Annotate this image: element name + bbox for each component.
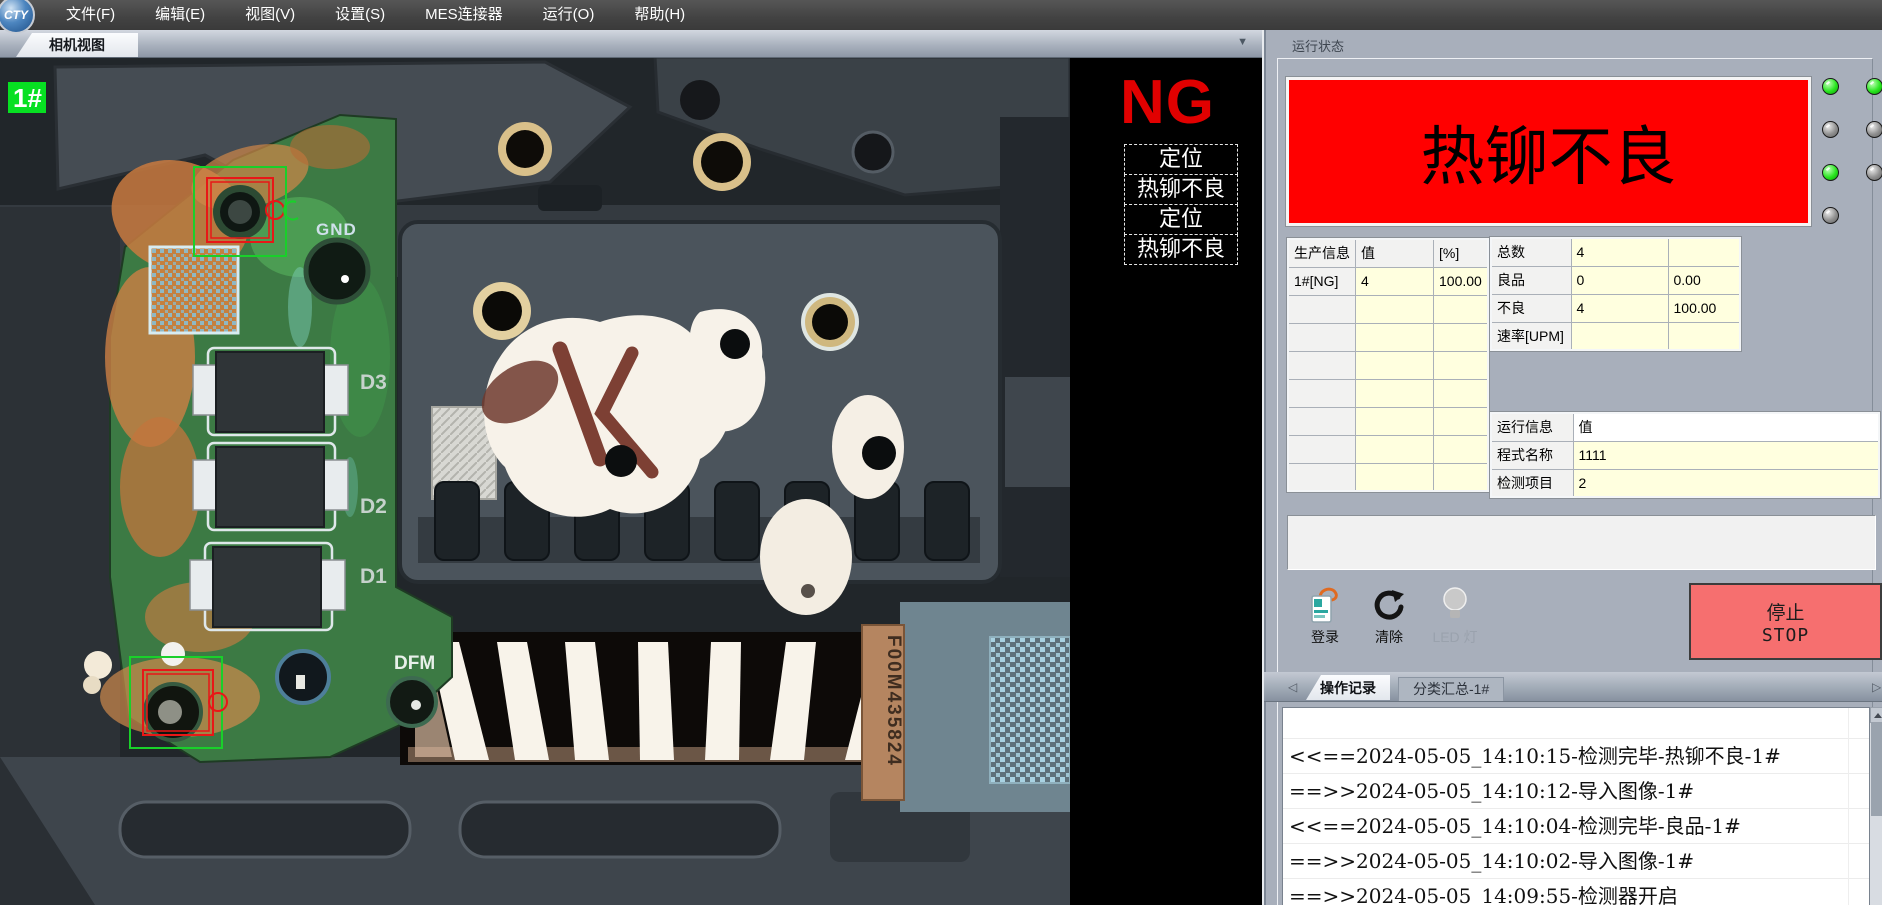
log-scrollbar[interactable]: [1870, 707, 1882, 905]
log-empty-row: [1283, 708, 1869, 739]
log-entry: ==>>2024-05-05_14:10:02-导入图像-1#: [1283, 844, 1869, 879]
log-column-divider: [1848, 708, 1849, 905]
operation-log-list: <<==2024-05-05_14:10:15-检测完毕-热铆不良-1#==>>…: [1282, 707, 1870, 905]
stop-button[interactable]: 停止 STOP: [1689, 583, 1882, 660]
production-table-body: 生产信息 值 [%] 1#[NG]4100.00: [1288, 239, 1488, 491]
scrollbar-thumb[interactable]: [1871, 723, 1882, 816]
camera-photo: F00M435824: [0, 57, 1070, 905]
log-entry: <<==2024-05-05_14:10:04-检测完毕-良品-1#: [1283, 809, 1869, 844]
table-row: 不良4100.00: [1491, 294, 1740, 322]
table-row: 检测项目2: [1491, 469, 1879, 497]
engraved-serial-text: F00M435824: [883, 635, 904, 767]
led-light-button[interactable]: LED 灯: [1424, 586, 1486, 647]
stats-table: 总数4 良品00.00 不良4100.00 速率[UPM]: [1490, 237, 1741, 351]
menu-item[interactable]: MES连接器: [405, 0, 523, 30]
tab-scroll-left-icon[interactable]: ◁: [1288, 680, 1297, 694]
led-row: [1822, 207, 1882, 229]
tab-classification-summary[interactable]: 分类汇总-1#: [1398, 677, 1504, 701]
table-row: 程式名称1111: [1491, 441, 1879, 469]
log-entry: ==>>2024-05-05_14:10:12-导入图像-1#: [1283, 774, 1869, 809]
pcb-datamatrix: [150, 247, 238, 333]
table-row: [1288, 323, 1488, 351]
table-row: 1#[NG]4100.00: [1288, 267, 1488, 295]
tab-camera-view[interactable]: 相机视图: [16, 33, 138, 57]
menu-item[interactable]: 运行(O): [523, 0, 615, 30]
tab-scroll-right-icon[interactable]: ▷: [1872, 680, 1881, 694]
table-row: 总数4: [1491, 238, 1740, 266]
machine-vision-app: 文件(F)编辑(E)视图(V)设置(S)MES连接器运行(O)帮助(H) CTY…: [0, 0, 1882, 905]
silkscreen-d3-label: D3: [360, 371, 387, 394]
run-status-panel: 运行状态 热铆不良 生产信息 值: [1262, 30, 1882, 905]
defect-label: 热铆不良: [1124, 234, 1238, 265]
id-badge-icon: [1294, 586, 1356, 624]
table-row: [1288, 463, 1488, 491]
table-row: 速率[UPM]: [1491, 322, 1740, 350]
led-row: [1822, 78, 1882, 100]
status-led: [1822, 207, 1839, 224]
diode-components: [190, 348, 348, 630]
table-row: [1288, 295, 1488, 323]
led-row: [1822, 121, 1882, 143]
circular-arrow-icon: [1358, 586, 1420, 624]
camera-viewport: F00M435824: [0, 57, 1070, 905]
defect-label: 热铆不良: [1124, 174, 1238, 205]
status-led: [1866, 164, 1882, 181]
message-box: [1287, 515, 1876, 570]
panel-title: 运行状态: [1292, 36, 1344, 55]
defect-label: 定位: [1124, 204, 1238, 235]
table-row: [1288, 351, 1488, 379]
silkscreen-d1-label: D1: [360, 565, 387, 588]
datamatrix-code: [990, 637, 1070, 783]
ng-result-text: NG: [1120, 67, 1215, 138]
table-header-row: 运行信息 值: [1491, 413, 1879, 441]
camera-tabstrip: 相机视图 ▼: [0, 30, 1262, 58]
silkscreen-gnd-label: GND: [316, 220, 357, 239]
silkscreen-dfm-label: DFM: [394, 653, 435, 674]
alarm-banner: 热铆不良: [1286, 77, 1811, 226]
led-row: [1822, 164, 1882, 186]
menu-item[interactable]: 设置(S): [315, 0, 405, 30]
status-led-grid: [1822, 78, 1882, 250]
table-row: 良品00.00: [1491, 266, 1740, 294]
status-led: [1822, 164, 1839, 181]
chevron-down-icon[interactable]: ▼: [1237, 36, 1248, 48]
menu-item[interactable]: 帮助(H): [614, 0, 705, 30]
login-button[interactable]: 登录: [1294, 586, 1356, 647]
menu-item[interactable]: 文件(F): [46, 0, 135, 30]
station-badge-label: 1#: [13, 83, 42, 113]
tab-operation-log[interactable]: 操作记录: [1306, 675, 1390, 700]
silkscreen-d2-label: D2: [360, 495, 387, 518]
table-header-row: 生产信息 值 [%]: [1288, 239, 1488, 267]
menu-bar: 文件(F)编辑(E)视图(V)设置(S)MES连接器运行(O)帮助(H): [0, 0, 1882, 30]
result-strip: NG 定位热铆不良定位热铆不良: [1070, 57, 1262, 905]
production-table: 生产信息 值 [%] 1#[NG]4100.00: [1287, 238, 1489, 492]
table-row: [1288, 379, 1488, 407]
log-tabbar: ◁ 操作记录 分类汇总-1# ▷: [1264, 672, 1882, 702]
log-entry: <<==2024-05-05_14:10:15-检测完毕-热铆不良-1#: [1283, 739, 1869, 774]
defect-label: 定位: [1124, 144, 1238, 175]
status-led: [1822, 121, 1839, 138]
menu-item[interactable]: 编辑(E): [135, 0, 225, 30]
status-led: [1866, 78, 1882, 95]
light-bulb-icon: [1424, 586, 1486, 624]
run-info-table: 运行信息 值 程式名称1111 检测项目2: [1490, 412, 1880, 498]
clear-button[interactable]: 清除: [1358, 586, 1420, 647]
defect-label-list: 定位热铆不良定位热铆不良: [1124, 145, 1238, 265]
log-entry: ==>>2024-05-05_14:09:55-检测器开启: [1283, 879, 1869, 905]
table-row: [1288, 407, 1488, 435]
table-row: [1288, 435, 1488, 463]
status-led: [1866, 121, 1882, 138]
menu-item[interactable]: 视图(V): [225, 0, 315, 30]
status-led: [1822, 78, 1839, 95]
scroll-up-icon[interactable]: [1870, 707, 1882, 723]
